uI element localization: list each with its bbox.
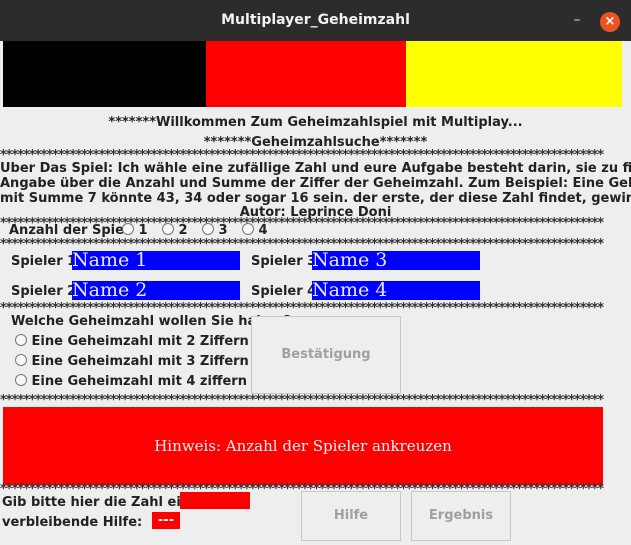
help-button[interactable]: Hilfe	[301, 491, 401, 541]
player-3-label: Spieler 3	[251, 254, 317, 269]
radio-icon[interactable]	[15, 354, 27, 366]
flag-stripe-black	[3, 41, 206, 107]
player-3-name-field[interactable]: Name 3	[312, 251, 480, 270]
flag-stripe-red	[206, 41, 406, 107]
window-titlebar: Multiplayer_Geheimzahl – ×	[0, 0, 631, 41]
description-line-1: Über Das Spiel: Ich wähle eine zufällige…	[0, 161, 631, 176]
radio-icon[interactable]	[15, 334, 27, 346]
player-count-option-2[interactable]: 2	[162, 223, 188, 238]
flag-stripe-gold	[406, 41, 622, 107]
description-line-2: Angabe über die Anzahl und Summe der Zif…	[0, 176, 631, 191]
window-title: Multiplayer_Geheimzahl	[221, 12, 410, 28]
close-icon[interactable]: ×	[600, 12, 620, 32]
radio-icon[interactable]	[202, 223, 214, 235]
player-1-label: Spieler 1	[11, 254, 77, 269]
radio-icon[interactable]	[162, 223, 174, 235]
player-2-name-field[interactable]: Name 2	[72, 281, 240, 300]
radio-icon[interactable]	[15, 374, 27, 386]
radio-icon[interactable]	[122, 223, 134, 235]
welcome-text: *******Willkommen Zum Geheimzahlspiel mi…	[108, 115, 523, 130]
digits-question: Welche Geheimzahl wollen Sie haben?	[11, 314, 292, 329]
remaining-help-value: ---	[152, 512, 180, 529]
remaining-help-label: verbleibende Hilfe:	[2, 515, 143, 530]
result-button[interactable]: Ergebnis	[411, 491, 511, 541]
digits-option-3[interactable]: Eine Geheimzahl mit 3 Ziffern	[15, 354, 249, 369]
digits-option-2[interactable]: Eine Geheimzahl mit 2 Ziffern	[15, 334, 249, 349]
number-input-label: Gib bitte hier die Zahl ein:	[2, 495, 196, 510]
player-count-option-3[interactable]: 3	[202, 223, 228, 238]
player-count-option-1[interactable]: 1	[122, 223, 148, 238]
radio-icon[interactable]	[242, 223, 254, 235]
player-4-label: Spieler 4	[251, 284, 317, 299]
confirm-button[interactable]: Bestätigung	[251, 316, 401, 394]
player-1-name-field[interactable]: Name 1	[72, 251, 240, 270]
digits-option-4[interactable]: Eine Geheimzahl mit 4 ziffern	[15, 374, 247, 389]
player-count-option-4[interactable]: 4	[242, 223, 268, 238]
description-line-3: mit Summe 7 könnte 43, 34 oder sogar 16 …	[0, 191, 631, 206]
hint-panel: Hinweis: Anzahl der Spieler ankreuzen	[3, 407, 603, 485]
player-4-name-field[interactable]: Name 4	[312, 281, 480, 300]
number-input[interactable]	[180, 492, 250, 509]
main-content: *******Willkommen Zum Geheimzahlspiel mi…	[0, 41, 631, 545]
player-count-label: Anzahl der Spie	[9, 223, 124, 238]
divider-stars: ****************************************…	[0, 393, 604, 408]
divider-stars: ****************************************…	[0, 237, 604, 252]
minimize-icon[interactable]: –	[570, 13, 584, 27]
player-2-label: Spieler 2	[11, 284, 77, 299]
